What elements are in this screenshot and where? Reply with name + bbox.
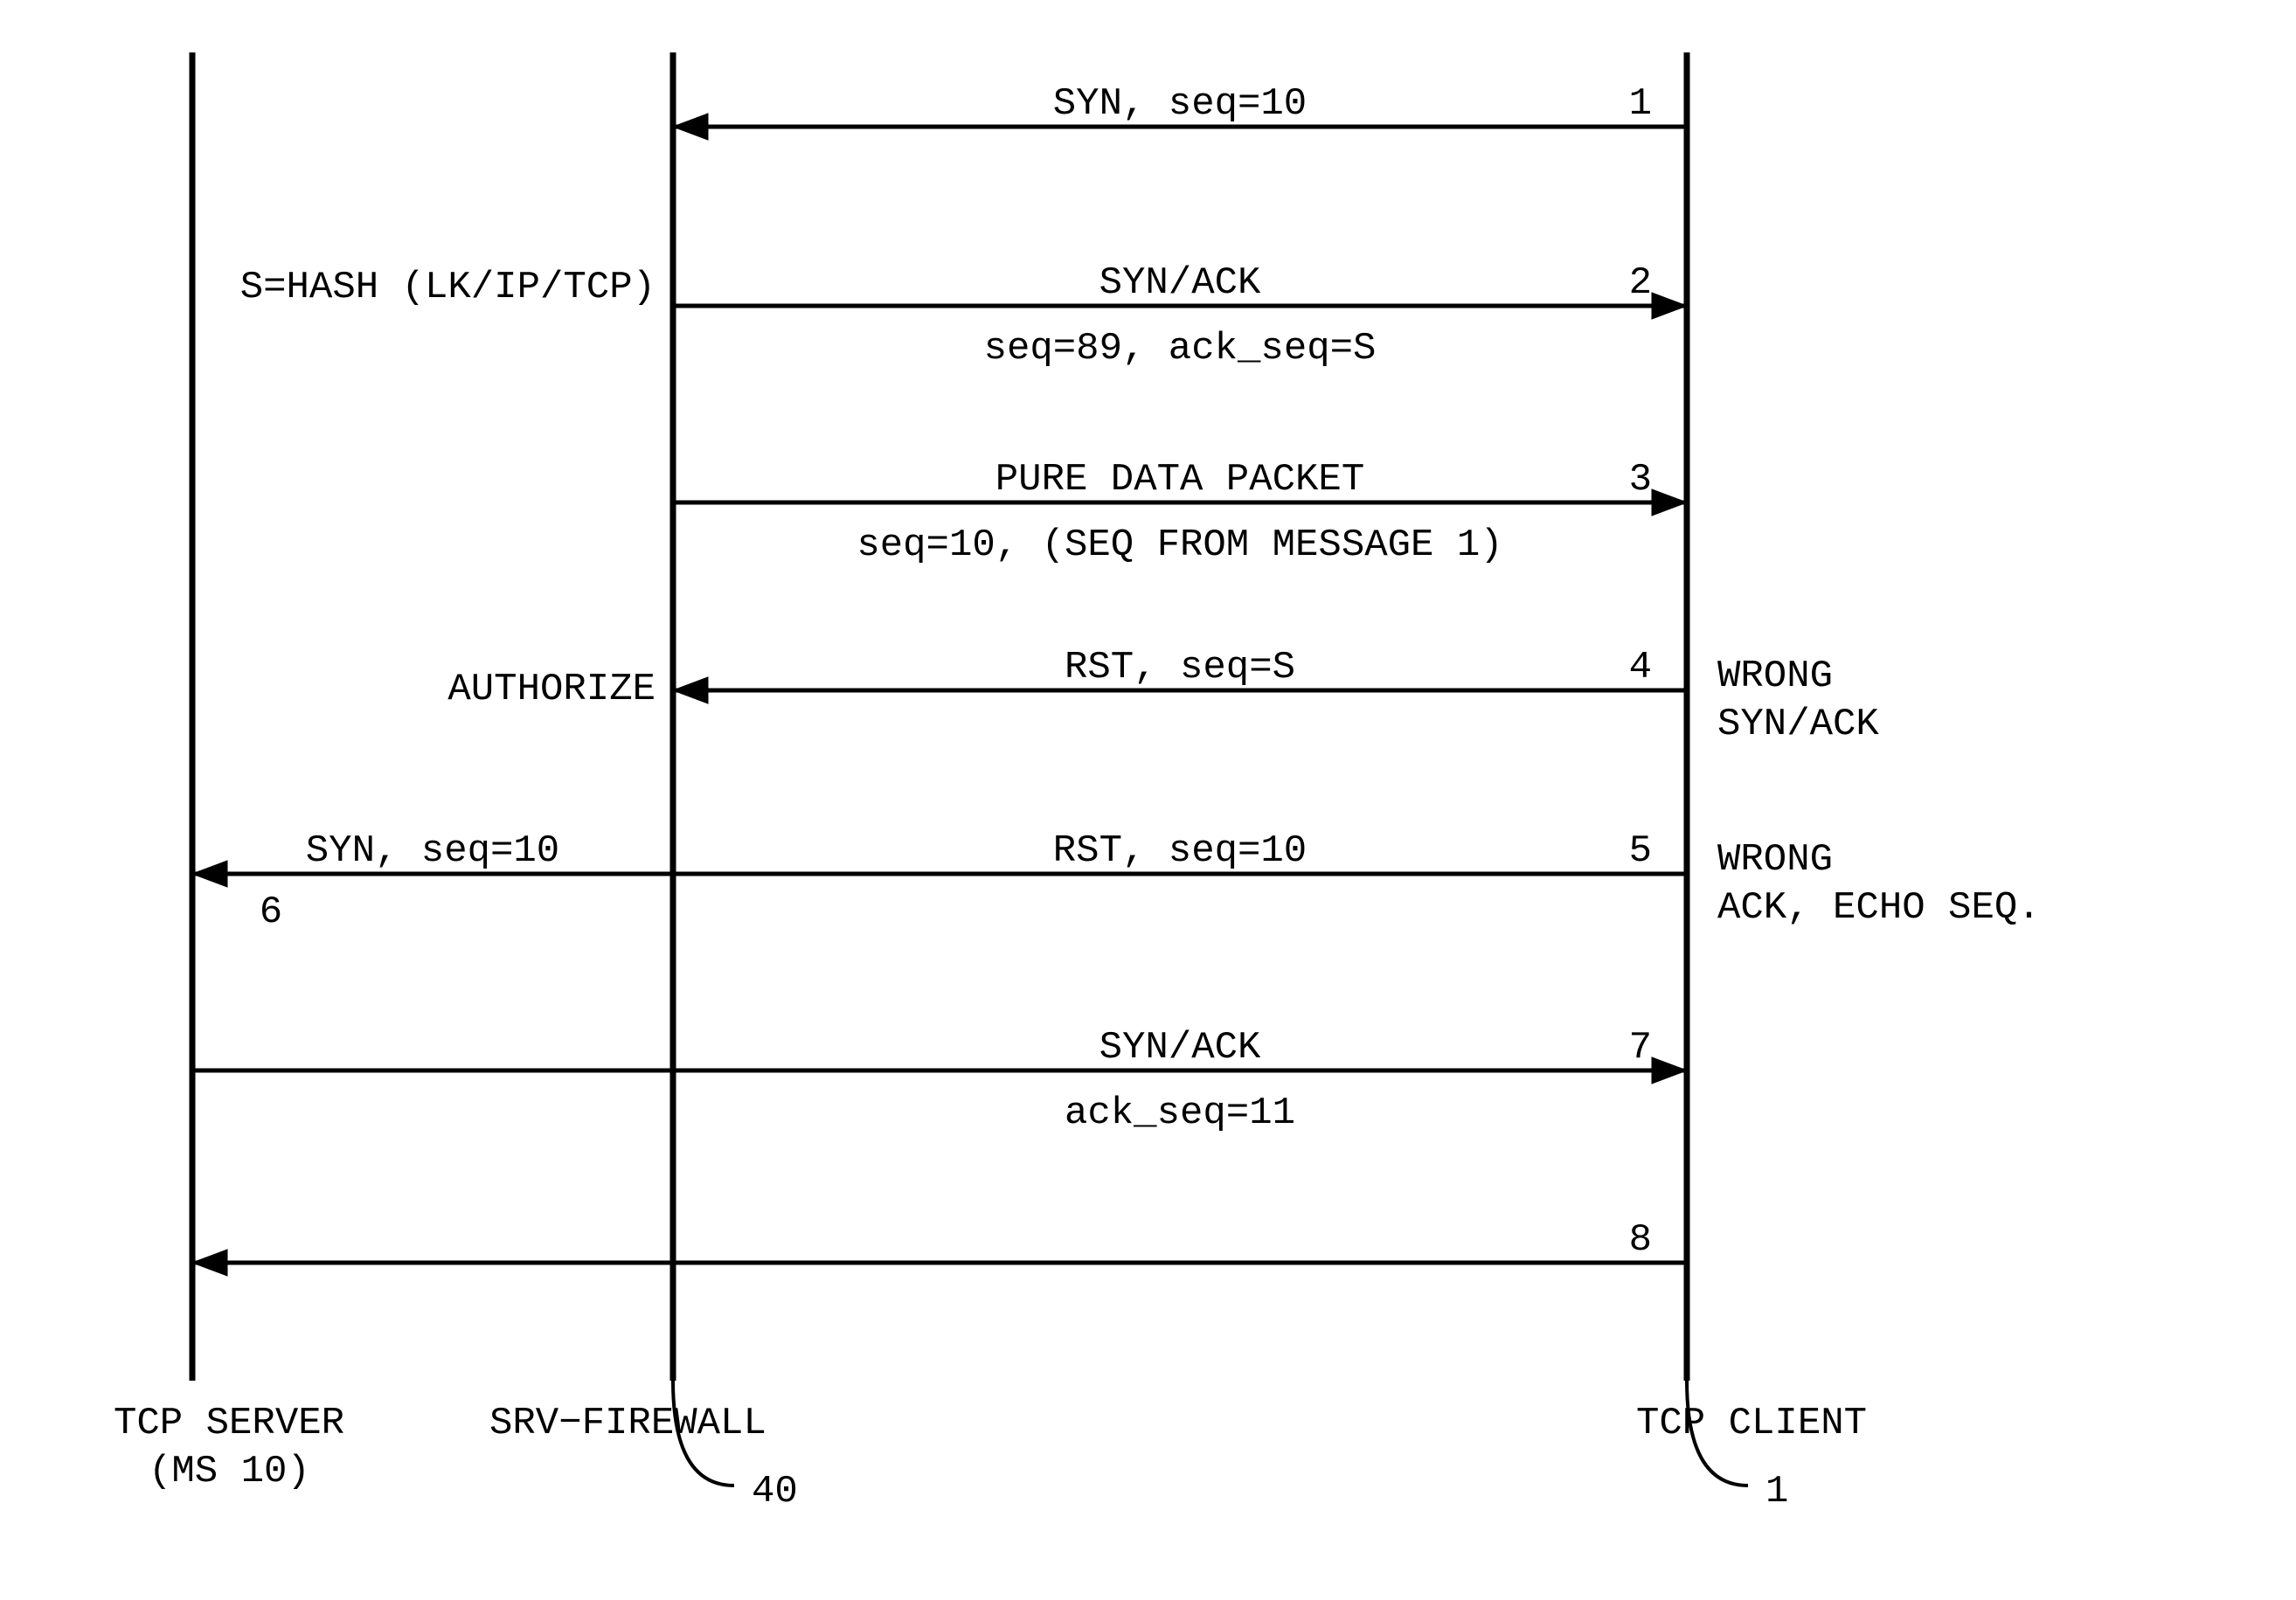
msg1-label: SYN, seq=10: [1053, 82, 1307, 126]
msg4-right2: SYN/ACK: [1717, 703, 1879, 746]
message-3: PURE DATA PACKET seq=10, (SEQ FROM MESSA…: [673, 458, 1687, 567]
message-5: RST, seq=10 5 WRONG ACK, ECHO SEQ.: [673, 829, 2041, 930]
message-2: SYN/ACK seq=89, ack_seq=S 2: [673, 261, 1687, 371]
label-srv-firewall: SRV−FIREWALL: [489, 1402, 766, 1445]
msg8-num: 8: [1629, 1218, 1652, 1262]
msg6-above: SYN, seq=10: [306, 829, 559, 873]
label-client-number: 1: [1765, 1470, 1788, 1513]
msg5-right1: WRONG: [1717, 838, 1833, 882]
hash-note: S=HASH (LK/IP/TCP): [240, 266, 656, 309]
msg2-above: SYN/ACK: [1099, 261, 1261, 305]
msg6-num: 6: [260, 890, 282, 934]
msg7-num: 7: [1629, 1026, 1652, 1070]
label-tcp-client: TCP CLIENT: [1636, 1402, 1867, 1445]
authorize-note: AUTHORIZE: [447, 668, 656, 711]
message-8: 8: [192, 1218, 1687, 1276]
msg3-below: seq=10, (SEQ FROM MESSAGE 1): [857, 523, 1502, 567]
msg5-right2: ACK, ECHO SEQ.: [1717, 886, 2041, 930]
label-firewall-number: 40: [752, 1470, 798, 1513]
msg7-below: ack_seq=11: [1065, 1091, 1295, 1135]
msg4-right1: WRONG: [1717, 655, 1833, 698]
sequence-diagram: TCP SERVER (MS 10) SRV−FIREWALL 40 TCP C…: [0, 0, 2296, 1600]
msg2-num: 2: [1629, 261, 1652, 305]
message-4: RST, seq=S 4 WRONG SYN/ACK: [673, 646, 1879, 746]
msg7-above: SYN/ACK: [1099, 1026, 1261, 1070]
msg3-num: 3: [1629, 458, 1652, 502]
msg1-num: 1: [1629, 82, 1652, 126]
label-tcp-server-line1: TCP SERVER: [114, 1402, 344, 1445]
message-7: SYN/ACK ack_seq=11 7: [192, 1026, 1687, 1135]
msg3-above: PURE DATA PACKET: [995, 458, 1364, 502]
msg4-above: RST, seq=S: [1065, 646, 1295, 689]
label-tcp-server-line2: (MS 10): [149, 1450, 310, 1493]
msg5-num: 5: [1629, 829, 1652, 873]
msg5-above: RST, seq=10: [1053, 829, 1307, 873]
msg2-below: seq=89, ack_seq=S: [984, 327, 1377, 371]
message-6: SYN, seq=10 6: [192, 829, 673, 934]
message-1: SYN, seq=10 1: [673, 82, 1687, 140]
msg4-num: 4: [1629, 646, 1652, 689]
